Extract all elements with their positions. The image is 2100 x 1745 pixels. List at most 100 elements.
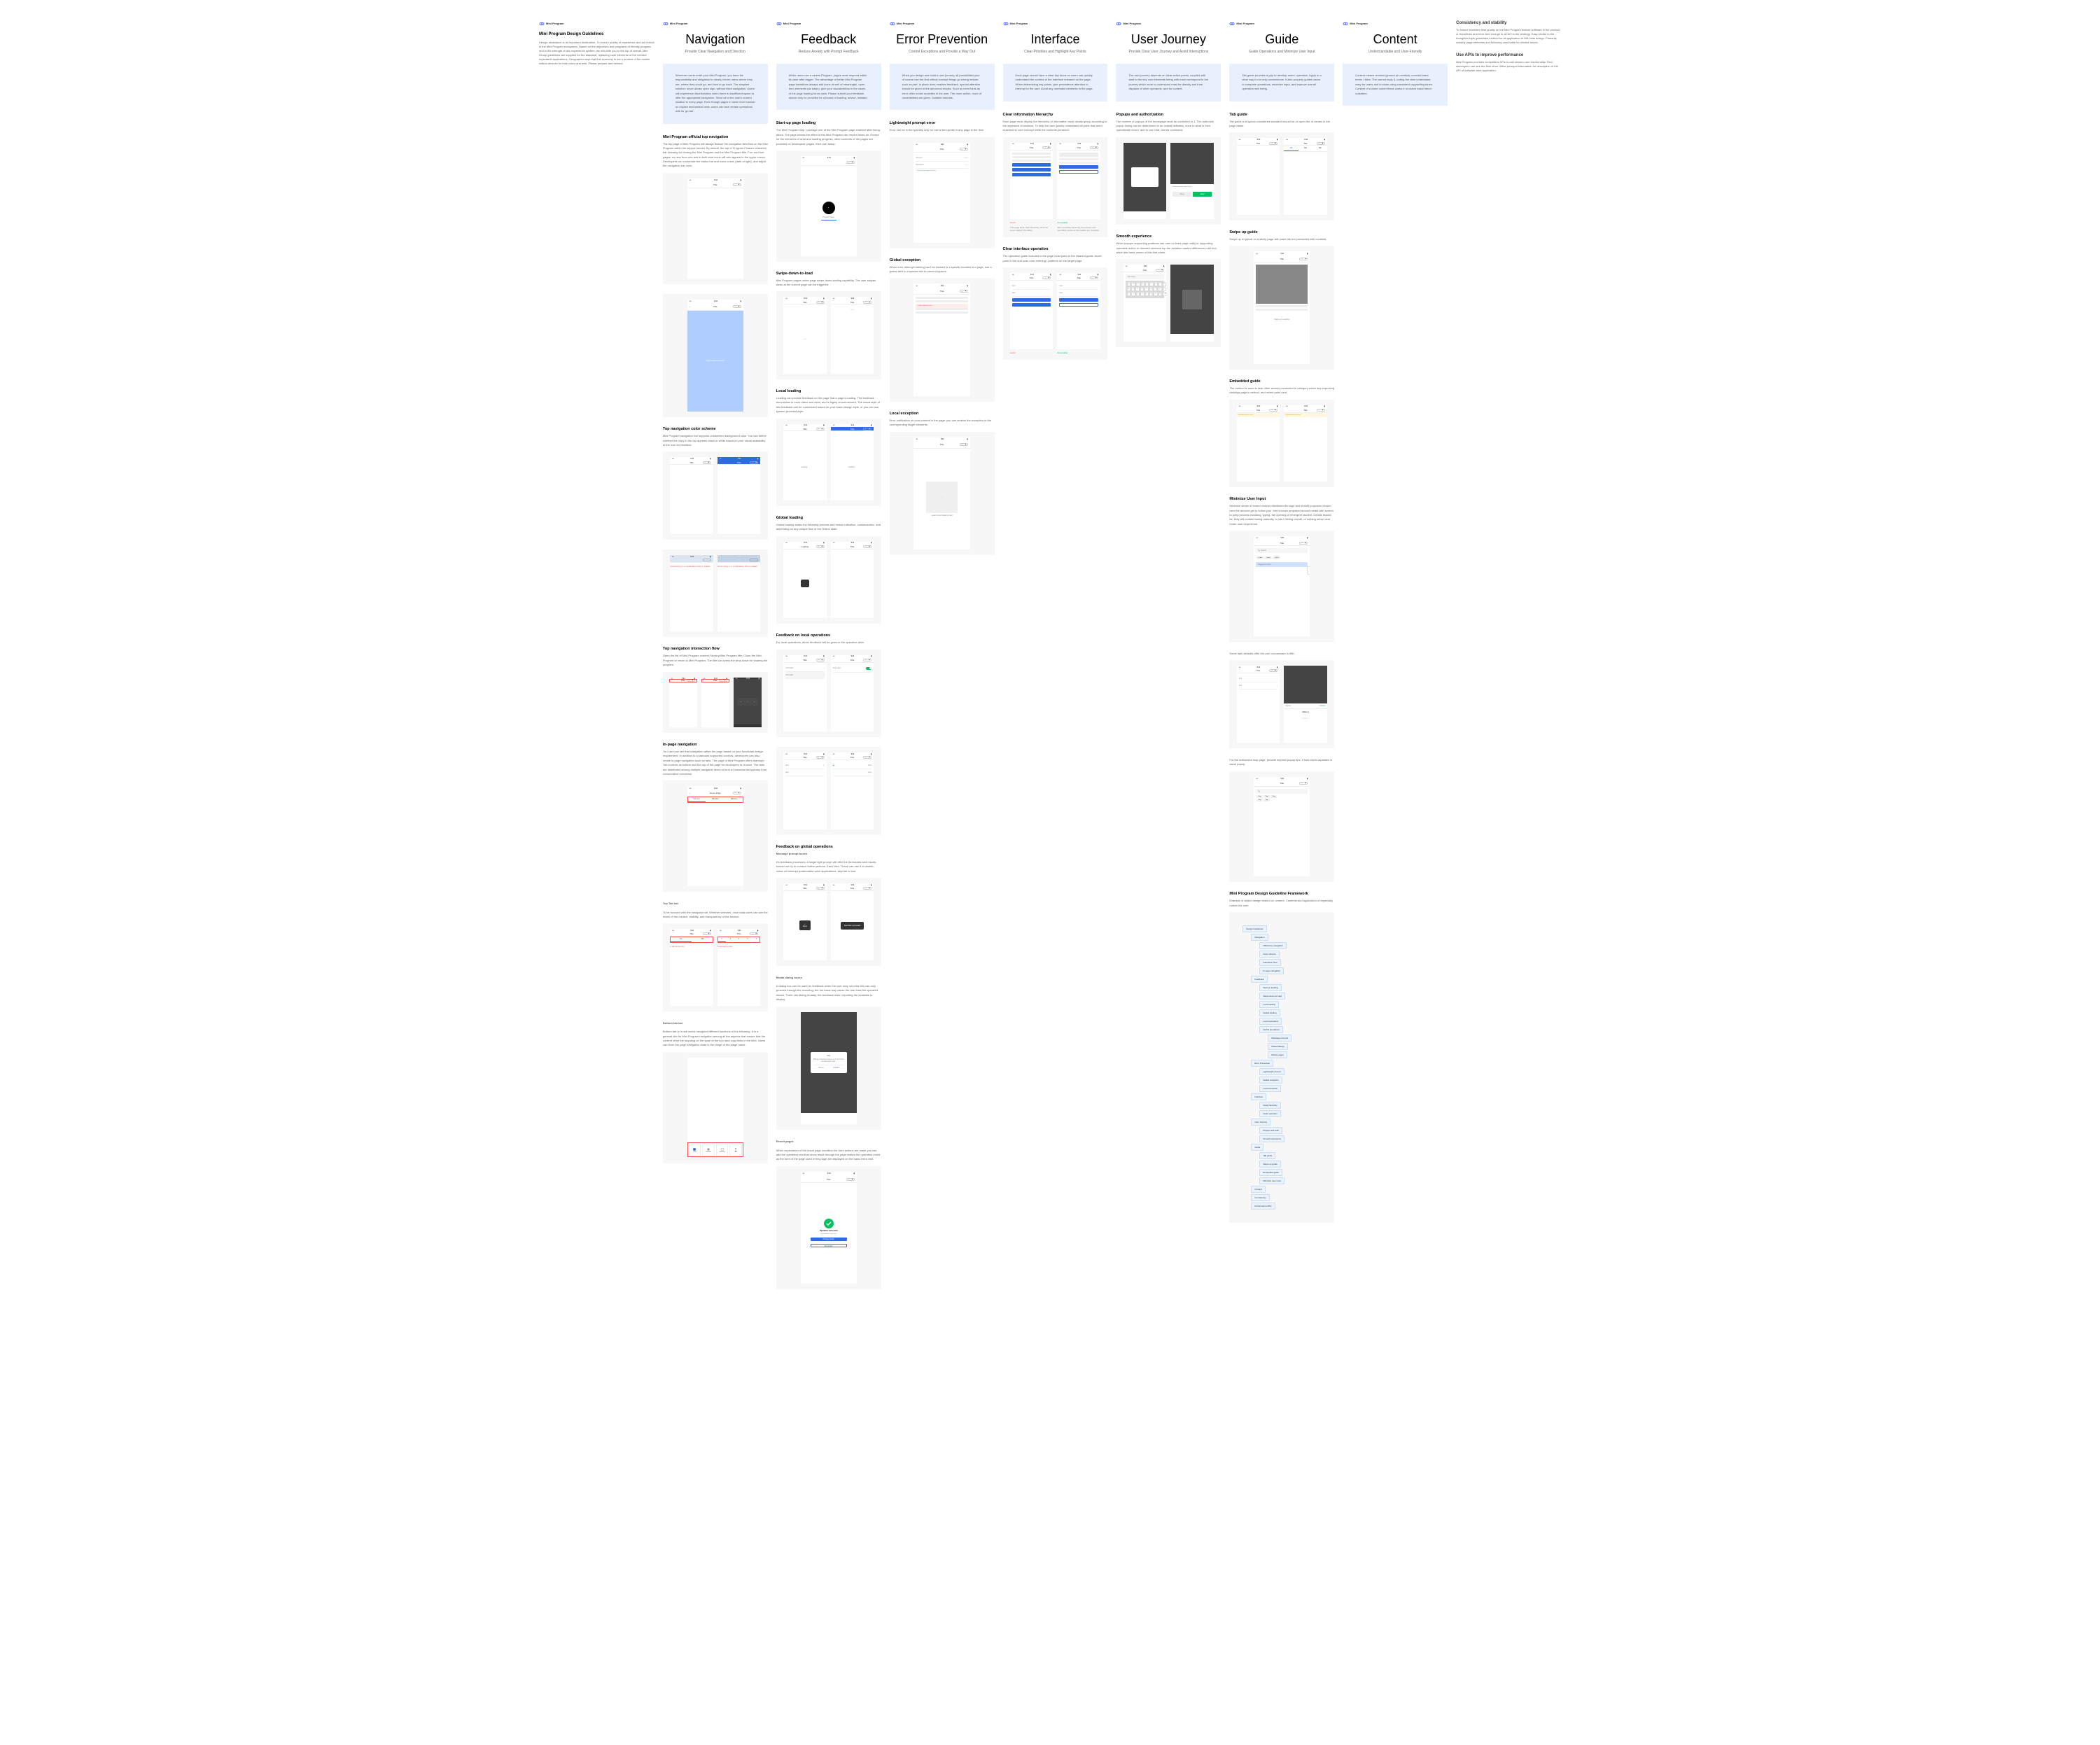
side-s2-body: Mini Program provides competitive APIs t… xyxy=(1456,60,1561,73)
nav-s4-sub-body: To be focused with the navigator bar. Wh… xyxy=(663,911,768,920)
secondary-button[interactable]: Secondary xyxy=(811,1244,847,1247)
capsule-icon[interactable] xyxy=(1042,276,1051,279)
gd-hero-title: Guide xyxy=(1229,32,1334,47)
capsule-icon[interactable] xyxy=(863,301,872,304)
bottom-tab-bar[interactable]: Chat Contacts Discover Me xyxy=(687,1142,743,1157)
capsule-icon[interactable] xyxy=(816,545,825,548)
capsule-icon[interactable] xyxy=(816,301,825,304)
text-input[interactable]: Text input… xyxy=(1126,274,1165,279)
phone-mock: •••9:41▮ Title ◌Loading… xyxy=(831,424,874,500)
brand: Mini Program xyxy=(890,21,995,27)
capsule-icon[interactable] xyxy=(703,461,711,464)
capsule-icon[interactable] xyxy=(863,659,872,661)
capsule-icon[interactable] xyxy=(816,428,825,430)
phone-mock: •••9:41▮ Title ◉○○ xyxy=(1237,138,1280,214)
sitemap-node: Performance APIs xyxy=(1251,1203,1275,1210)
capsule-icon[interactable] xyxy=(703,932,711,935)
mock-local-ops-2: •••9:41▮ Title Item✓ Item •••9:41▮ Title… xyxy=(776,747,881,834)
auth-modal xyxy=(1131,167,1158,187)
chevron-right-icon[interactable]: › xyxy=(824,674,825,676)
capsule-icon[interactable] xyxy=(863,428,872,430)
phone-mock: •••9:41▮ Title • • • xyxy=(783,297,827,373)
capsule-icon[interactable] xyxy=(733,305,741,308)
switch-toggle[interactable] xyxy=(866,667,872,670)
capsule-icon[interactable] xyxy=(750,932,758,935)
capsule-icon[interactable] xyxy=(733,183,741,186)
fb-s6-sub3-body: When expectation of the result page cond… xyxy=(776,1149,881,1162)
mock-tab-bottom: Chat Contacts Discover Me xyxy=(663,1052,768,1163)
nav-quote: Wherever users enter your Mini Program, … xyxy=(663,64,768,124)
capsule-icon[interactable] xyxy=(1317,409,1325,412)
capsule-icon[interactable] xyxy=(687,679,695,682)
primary-button[interactable]: Primary Action xyxy=(811,1238,847,1241)
phone-mock: Chat Contacts Discover Me xyxy=(687,1058,743,1158)
mock-swipe-guide: •••9:41▮ Title ↑Swipe up to explore xyxy=(1229,246,1334,370)
tab-row[interactable]: Tab ItemTab ItemTab Item xyxy=(687,797,743,803)
search-input[interactable]: 🔍 Search xyxy=(1256,548,1308,553)
brand: Mini Program xyxy=(1116,21,1221,27)
keyboard[interactable]: QWERTYUIOP ASDFGHJKL ⇧ZXCVBNM⌫ xyxy=(1126,281,1165,298)
uj-quote: The user journey depends on clear action… xyxy=(1116,64,1221,101)
capsule-icon[interactable] xyxy=(960,443,968,446)
sitemap-node: In-page navigation xyxy=(1259,967,1284,974)
column-feedback: Mini Program Feedback Reduce Anxiety wit… xyxy=(776,21,881,1299)
capsule-icon[interactable] xyxy=(1090,146,1098,149)
caption: 5 tab items max xyxy=(718,945,761,948)
active-suggestion[interactable]: Suggested value xyxy=(1256,562,1308,567)
capsule-icon[interactable] xyxy=(750,461,758,464)
nav-s5-body: Bottom tab or in-tab works navigator dif… xyxy=(663,1030,768,1048)
capsule-icon[interactable] xyxy=(1299,542,1308,545)
err-quote: When you design and build a user journey… xyxy=(890,64,995,110)
fb-hero-title: Feedback xyxy=(776,32,881,47)
mock-local-loading: •••9:41▮ Title ◌Loading… •••9:41▮ Title … xyxy=(776,419,881,506)
allow-button[interactable]: Allow xyxy=(1193,192,1212,197)
capsule-icon[interactable] xyxy=(1269,669,1278,672)
capsule-icon[interactable] xyxy=(960,148,968,150)
phone-mock: •••9:41▮ Title ItemItem xyxy=(1057,273,1100,349)
capsule-icon[interactable] xyxy=(816,659,825,661)
capsule-icon[interactable] xyxy=(719,679,727,682)
cancel-button[interactable]: Cancel xyxy=(813,1065,829,1070)
confirm-button[interactable]: Confirm xyxy=(829,1065,844,1070)
capsule-icon[interactable] xyxy=(846,1178,855,1181)
intro-body: Design assistance is an important destin… xyxy=(539,41,654,66)
capsule-icon[interactable] xyxy=(863,756,872,759)
capsule-icon[interactable] xyxy=(1156,269,1164,272)
column-error: Mini Program Error Prevention Control Ex… xyxy=(890,21,995,565)
capsule-icon[interactable] xyxy=(1299,258,1308,260)
capsule-icon[interactable] xyxy=(1090,276,1098,279)
if-hero-title: Interface xyxy=(1003,32,1108,47)
capsule-icon[interactable] xyxy=(960,290,968,293)
mock-tab-top: •••9:41▮ ‹Home Page Tab ItemTab ItemTab … xyxy=(663,780,768,892)
phone-mock: •••9:41▮ Title Embedded guide tip text × xyxy=(1284,405,1327,482)
picker-sheet[interactable]: Cancel Confirm Option 1 Option 2 xyxy=(1284,703,1327,734)
fb-s6-title: Feedback on global operations xyxy=(776,845,881,849)
phone-mock: •••9:41▮ Title 🔍 Search LabelLabelLabel … xyxy=(1254,536,1310,636)
capsule-icon[interactable] xyxy=(1269,409,1278,412)
capsule-icon[interactable] xyxy=(733,792,741,794)
chevron-right-icon[interactable]: › xyxy=(824,667,825,669)
capsule-icon[interactable] xyxy=(1299,782,1308,785)
capsule-icon[interactable] xyxy=(816,756,825,759)
phone-mock: •••9:41▮ ○○○ xyxy=(734,678,762,727)
phone-mock: •••9:41▮ Title 🔍 TagTagTag TagTag xyxy=(1254,777,1310,877)
capsule-icon[interactable] xyxy=(816,887,825,890)
capsule-icon[interactable] xyxy=(750,559,758,561)
gd-s5-body: Example of added design related on conte… xyxy=(1229,899,1334,908)
fb-s2-body: Mini Program pages under page swipe-down… xyxy=(776,279,881,288)
gd-s4-title: Minimize User Input xyxy=(1229,497,1334,501)
capsule-icon[interactable] xyxy=(846,161,855,164)
capsule-icon[interactable] xyxy=(703,559,711,561)
tip-banner: Embedded guide tip text × xyxy=(1284,413,1327,417)
capsule-icon[interactable] xyxy=(863,545,872,548)
capsule-icon[interactable] xyxy=(863,887,872,890)
deny-button[interactable]: Deny xyxy=(1172,192,1191,197)
search-input[interactable]: 🔍 xyxy=(1256,789,1308,794)
capsule-icon[interactable] xyxy=(1317,142,1325,145)
sitemap-node: Local loading xyxy=(1259,1001,1279,1008)
capsule-icon[interactable] xyxy=(1269,142,1278,145)
side-s1-body: To ensure excellent final quality on the… xyxy=(1456,28,1561,45)
caption-good-body: After providing hierarchy, the primary a… xyxy=(1057,226,1100,232)
capsule-icon[interactable] xyxy=(1042,146,1051,149)
phone-mock: •••9:41▮ ‹Title xyxy=(701,678,729,727)
